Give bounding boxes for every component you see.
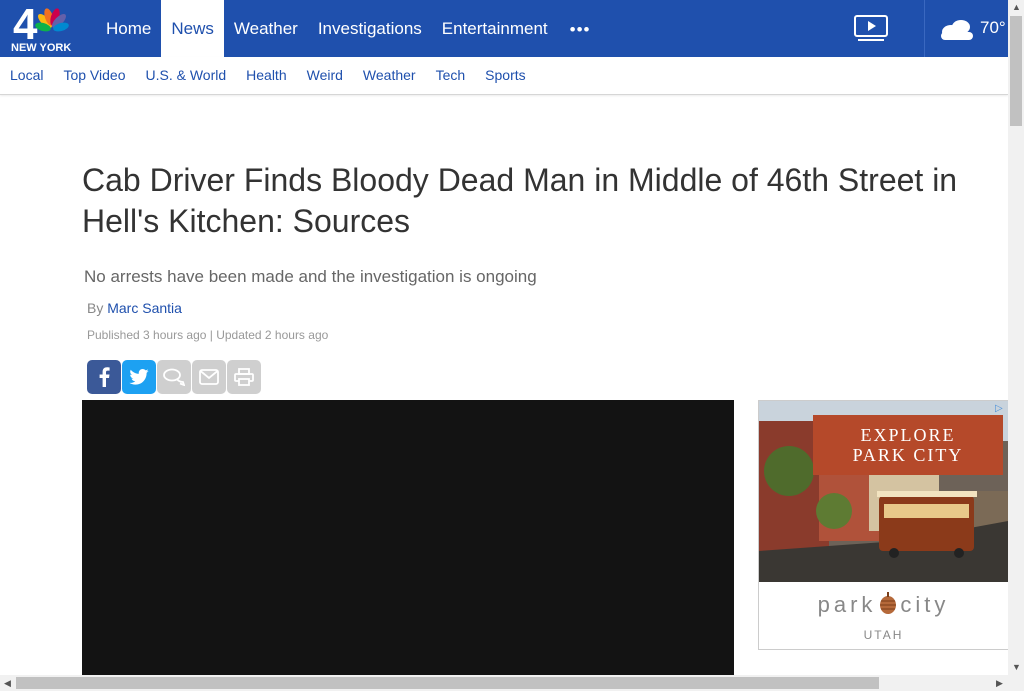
ad-choices-icon[interactable]: ▷ <box>995 403 1003 414</box>
print-share-button[interactable] <box>227 360 261 394</box>
current-temperature[interactable]: 70° <box>980 18 1006 38</box>
subnav-item-weather[interactable]: Weather <box>353 57 426 94</box>
ad-banner-line1: EXPLORE <box>860 425 956 445</box>
publish-info: Published 3 hours ago | Updated 2 hours … <box>87 328 329 342</box>
subnav-item-tech[interactable]: Tech <box>426 57 476 94</box>
sub-nav: Local Top Video U.S. & World Health Weir… <box>0 57 536 94</box>
ad-brand-left: park <box>817 592 877 617</box>
comment-share-button[interactable] <box>157 360 191 394</box>
email-share-button[interactable] <box>192 360 226 394</box>
vertical-scrollbar-thumb[interactable] <box>1010 16 1022 126</box>
twitter-icon <box>129 369 149 385</box>
print-icon <box>234 368 254 386</box>
share-bar <box>87 360 261 394</box>
article-byline: By Marc Santia <box>87 300 182 316</box>
subnav-item-sports[interactable]: Sports <box>475 57 535 94</box>
nav-item-investigations[interactable]: Investigations <box>308 0 432 57</box>
scroll-up-arrow-icon[interactable]: ▲ <box>1012 2 1021 12</box>
cloudy-weather-icon[interactable] <box>937 19 975 41</box>
ad-brand-right: city <box>900 592 950 617</box>
video-player[interactable] <box>82 400 734 678</box>
email-icon <box>199 369 219 385</box>
author-link[interactable]: Marc Santia <box>107 300 182 316</box>
nbc-new-york-logo[interactable]: 4 NEW YORK <box>8 0 82 54</box>
subnav-item-local[interactable]: Local <box>0 57 53 94</box>
logo-city-text: NEW YORK <box>11 42 72 54</box>
nav-item-home[interactable]: Home <box>96 0 161 57</box>
scroll-down-arrow-icon[interactable]: ▼ <box>1012 662 1021 672</box>
comment-icon <box>163 368 185 386</box>
ad-banner-line2: PARK CITY <box>852 445 964 465</box>
nav-item-entertainment[interactable]: Entertainment <box>432 0 558 57</box>
scroll-right-arrow-icon[interactable]: ▶ <box>996 678 1003 689</box>
subnav-item-us-world[interactable]: U.S. & World <box>135 57 236 94</box>
byline-prefix: By <box>87 300 104 316</box>
video-player-icon[interactable] <box>854 15 890 41</box>
subnav-item-health[interactable]: Health <box>236 57 296 94</box>
top-navigation-bar: 4 NEW YORK Home News Weather Investigati… <box>0 0 1008 57</box>
ad-state: UTAH <box>863 628 904 642</box>
ad-banner: EXPLORE PARK CITY <box>813 415 1003 475</box>
facebook-share-button[interactable] <box>87 360 121 394</box>
article-subheadline: No arrests have been made and the invest… <box>84 267 537 286</box>
subnav-item-weird[interactable]: Weird <box>297 57 353 94</box>
horizontal-scrollbar-thumb[interactable] <box>16 677 879 689</box>
sub-navigation-bar: Local Top Video U.S. & World Health Weir… <box>0 57 1008 95</box>
nav-more-button[interactable]: ••• <box>558 0 603 57</box>
facebook-icon <box>99 367 110 387</box>
advertisement[interactable]: EXPLORE PARK CITY ▷ park city UTAH <box>758 400 1009 650</box>
scroll-left-arrow-icon[interactable]: ◀ <box>4 678 11 689</box>
nav-item-weather[interactable]: Weather <box>224 0 308 57</box>
header-divider <box>924 0 925 57</box>
twitter-share-button[interactable] <box>122 360 156 394</box>
subnav-item-top-video[interactable]: Top Video <box>53 57 135 94</box>
ad-brand-logo: park city <box>759 591 1008 618</box>
article-headline: Cab Driver Finds Bloody Dead Man in Midd… <box>82 162 958 239</box>
main-nav: Home News Weather Investigations Enterta… <box>96 0 602 57</box>
pinecone-icon <box>880 592 897 614</box>
nav-item-news[interactable]: News <box>161 0 224 57</box>
